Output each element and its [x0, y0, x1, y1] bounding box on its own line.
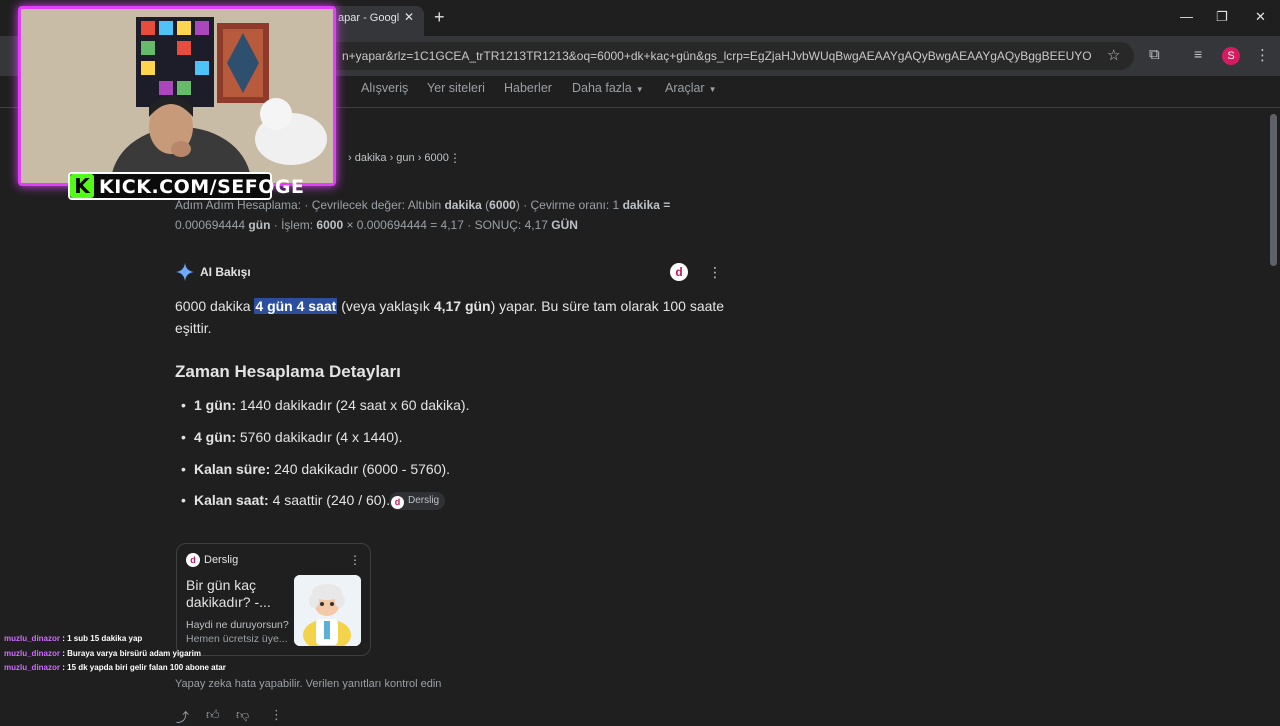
source-chip[interactable]: d Derslig [389, 492, 446, 510]
webcam-scene [21, 9, 333, 183]
bookmark-star-icon[interactable]: ☆ [1107, 46, 1120, 64]
minimize-icon[interactable]: — [1180, 9, 1193, 24]
result-more-icon[interactable]: ⋮ [449, 151, 461, 165]
ai-answer-line: eşittir. [175, 320, 212, 336]
answer-highlight: 4 gün 4 saat [254, 298, 338, 314]
chat-message: muzlu_dinazor : Buraya varya birsürü ada… [4, 649, 201, 658]
thumbs-up-icon[interactable]: 👍︎ [206, 707, 220, 723]
webcam-overlay [18, 6, 336, 186]
extensions-icon[interactable]: ⧉ [1149, 46, 1160, 63]
card-thumbnail [294, 575, 361, 646]
tab-close-icon[interactable]: ✕ [404, 10, 414, 24]
url-text[interactable]: n+yapar&rlz=1C1GCEA_trTR1213TR1213&oq=60… [342, 49, 1092, 63]
teacher-illustration [294, 575, 361, 646]
tab-places[interactable]: Yer siteleri [427, 81, 485, 95]
thumbs-down-icon[interactable]: 👎︎ [236, 707, 249, 723]
tab-more[interactable]: Daha fazla ▼ [572, 81, 644, 95]
chat-message: muzlu_dinazor : 1 sub 15 dakika yap [4, 634, 143, 643]
kick-logo-icon: K [70, 174, 94, 198]
new-tab-icon[interactable]: + [434, 7, 445, 28]
list-item: Kalan saat: 4 saattir (240 / 60). [181, 492, 390, 508]
card-title[interactable]: dakikadır? -... [186, 594, 271, 610]
tab-tools[interactable]: Araçlar ▼ [665, 81, 717, 95]
card-site-name: Derslig [204, 554, 239, 566]
result-snippet-line: 0.000694444 gün · İşlem: 6000 × 0.000694… [175, 218, 578, 232]
chevron-down-icon: ▼ [708, 85, 717, 94]
close-window-icon[interactable]: ✕ [1255, 9, 1266, 25]
tab-news[interactable]: Haberler [504, 81, 552, 95]
scrollbar-thumb[interactable] [1270, 114, 1277, 266]
ai-more-icon[interactable]: ⋮ [708, 264, 722, 281]
list-item: Kalan süre: 240 dakikadır (6000 - 5760). [181, 461, 450, 477]
feedback-more-icon[interactable]: ⋮ [270, 707, 283, 723]
more-menu-icon[interactable]: ⋮ [1255, 46, 1270, 64]
list-item: 4 gün: 5760 dakikadır (4 x 1440). [181, 429, 403, 445]
ai-disclaimer: Yapay zeka hata yapabilir. Verilen yanıt… [175, 678, 442, 690]
tab-title[interactable]: apar - Googl [338, 12, 400, 24]
derslig-logo-icon: d [391, 496, 404, 509]
card-description: Haydi ne duruyorsun? [186, 619, 289, 631]
tab-shopping[interactable]: Alışveriş [361, 81, 408, 95]
ai-sparkle-icon [176, 263, 194, 281]
details-heading: Zaman Hesaplama Detayları [175, 362, 401, 381]
ai-overview-title: AI Bakışı [200, 265, 251, 279]
chat-message: muzlu_dinazor : 15 dk yapda biri gelir f… [4, 663, 226, 672]
breadcrumb[interactable]: › dakika › gun › 6000 [348, 152, 449, 164]
media-control-icon[interactable]: ≡ [1194, 46, 1202, 62]
list-item: 1 gün: 1440 dakikadır (24 saat x 60 daki… [181, 397, 469, 413]
share-icon[interactable]: ⤴ [176, 707, 189, 726]
card-title[interactable]: Bir gün kaç [186, 577, 256, 593]
card-more-icon[interactable]: ⋮ [349, 553, 361, 567]
result-snippet-line: Adım Adım Hesaplama: · Çevrilecek değer:… [175, 198, 671, 212]
ai-answer-line: 6000 dakika 4 gün 4 saat (veya yaklaşık … [175, 298, 725, 314]
restore-icon[interactable]: ❐ [1216, 9, 1228, 25]
derslig-logo-icon: d [186, 553, 200, 567]
stream-chat: muzlu_dinazor : 1 sub 15 dakika yap muzl… [0, 631, 290, 677]
chevron-down-icon: ▼ [635, 85, 644, 94]
profile-avatar[interactable]: S [1222, 47, 1240, 65]
kick-channel-url: KICK.COM/SEFOGE [99, 176, 305, 198]
derslig-logo-icon[interactable]: d [670, 263, 688, 281]
